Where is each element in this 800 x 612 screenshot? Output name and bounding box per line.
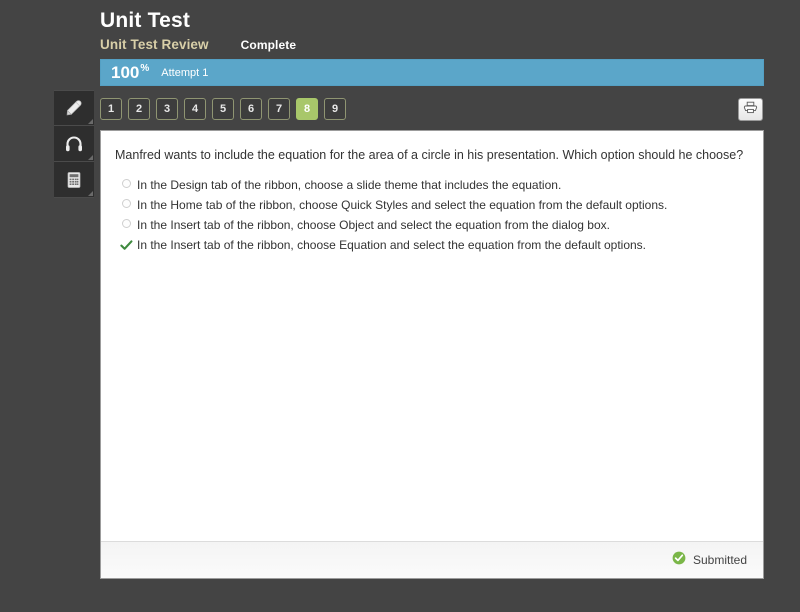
radio-button[interactable] [115,177,137,188]
question-tab[interactable]: 1 [100,98,122,120]
answer-option-label: In the Insert tab of the ribbon, choose … [137,218,610,232]
question-tab[interactable]: 5 [212,98,234,120]
status-badge: Complete [240,38,297,52]
radio-circle-icon [121,179,131,188]
tool-calculator-button[interactable] [54,162,94,198]
question-tab[interactable]: 6 [240,98,262,120]
radio-button[interactable] [115,217,137,228]
score-value: 100 [111,63,140,82]
submitted-check-icon [672,551,686,570]
subtitle-row: Unit Test Review Complete [100,37,764,52]
answer-option-label: In the Design tab of the ribbon, choose … [137,178,562,192]
answer-option-label: In the Insert tab of the ribbon, choose … [137,238,647,252]
radio-circle-icon [121,219,131,228]
question-panel: Manfred wants to include the equation fo… [100,130,764,579]
tool-sidebar [54,90,94,198]
score-percent-symbol: % [140,63,150,74]
pencil-icon [63,97,85,119]
question-tab[interactable]: 3 [156,98,178,120]
submitted-label: Submitted [692,553,747,567]
submitted-status: Submitted [672,551,747,570]
question-tabs: 1 2 3 4 5 6 7 8 9 [100,98,346,120]
panel-footer: Submitted [101,541,763,578]
review-label: Unit Test Review [100,37,209,52]
attempt-label: Attempt 1 [161,66,209,79]
headphones-icon [63,133,85,155]
answer-option-label: In the Home tab of the ribbon, choose Qu… [137,198,668,212]
correct-answer-marker [115,237,137,252]
printer-icon [743,100,758,120]
answer-option-selected[interactable]: In the Insert tab of the ribbon, choose … [115,237,749,257]
question-tab[interactable]: 4 [184,98,206,120]
question-body: Manfred wants to include the equation fo… [101,131,763,541]
tool-headphones-button[interactable] [54,126,94,162]
test-header: Unit Test Unit Test Review Complete [100,8,764,52]
calculator-icon [63,169,85,191]
question-tab[interactable]: 7 [268,98,290,120]
question-tab[interactable]: 9 [324,98,346,120]
page-title: Unit Test [100,9,191,32]
question-text: Manfred wants to include the equation fo… [115,148,744,162]
check-icon [119,240,132,250]
radio-button[interactable] [115,197,137,208]
answer-options: In the Design tab of the ribbon, choose … [115,177,749,257]
score-bar: 100 % Attempt 1 [100,59,764,86]
print-button[interactable] [738,98,763,121]
tool-pencil-button[interactable] [54,90,94,126]
answer-option[interactable]: In the Design tab of the ribbon, choose … [115,177,749,197]
answer-option[interactable]: In the Home tab of the ribbon, choose Qu… [115,197,749,217]
question-tab-active[interactable]: 8 [296,98,318,120]
question-tab[interactable]: 2 [128,98,150,120]
radio-circle-icon [121,199,131,208]
answer-option[interactable]: In the Insert tab of the ribbon, choose … [115,217,749,237]
